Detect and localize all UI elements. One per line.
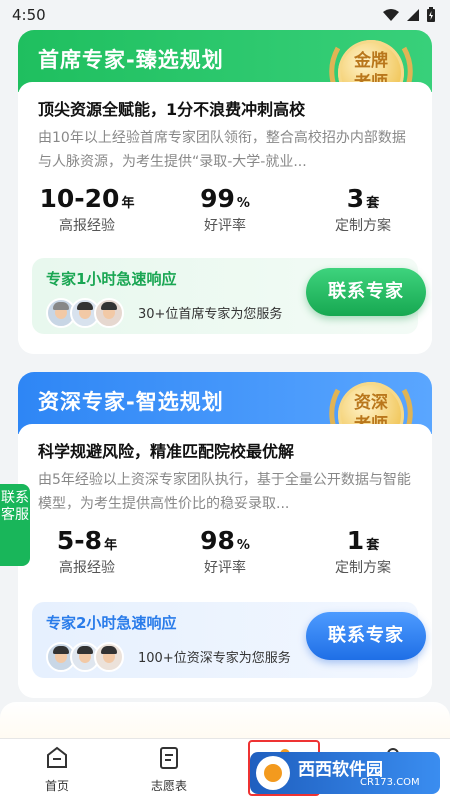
expert-card-senior: 资深专家-智选规划 资深老师 科学规避风险，精准匹配院校最优解 由5年经验以上资… bbox=[18, 372, 432, 698]
avatar bbox=[94, 642, 124, 672]
response-subtitle: 100+位资深专家为您服务 bbox=[138, 651, 291, 666]
contact-expert-button[interactable]: 联系专家 bbox=[306, 268, 426, 316]
watermark-logo: 西西软件园 CR173.COM bbox=[250, 752, 440, 794]
form-icon bbox=[160, 747, 178, 769]
card-headline: 顶尖资源全赋能，1分不浪费冲刺高校 bbox=[38, 100, 306, 119]
expert-avatars bbox=[46, 298, 124, 328]
battery-icon bbox=[427, 7, 435, 22]
contact-expert-button[interactable]: 联系专家 bbox=[306, 612, 426, 660]
watermark-subtitle: CR173.COM bbox=[360, 777, 420, 788]
stats-row: 5-8 年 高报经验 98% 好评率 1套 定制方案 bbox=[18, 526, 432, 577]
status-bar: 4:50 bbox=[0, 0, 450, 30]
stat-plans: 3套 定制方案 bbox=[335, 184, 391, 234]
expert-avatars bbox=[46, 642, 124, 672]
home-icon bbox=[47, 746, 67, 768]
stat-rating: 99% 好评率 bbox=[200, 184, 250, 234]
card-description: 由5年经验以上资深专家团队执行，基于全量公开数据与智能模型，为考生提供高性价比的… bbox=[38, 472, 411, 512]
response-panel: 专家1小时急速响应 30+位首席专家为您服务 联系专家 bbox=[32, 258, 426, 334]
stat-plans: 1套 定制方案 bbox=[335, 526, 391, 576]
response-subtitle: 30+位首席专家为您服务 bbox=[138, 307, 283, 322]
stat-experience: 5-8 年 高报经验 bbox=[56, 526, 118, 576]
card-headline: 科学规避风险，精准匹配院校最优解 bbox=[38, 442, 295, 461]
watermark-ring-icon bbox=[256, 756, 290, 790]
signal-icon bbox=[407, 9, 419, 21]
response-panel: 专家2小时急速响应 100+位资深专家为您服务 联系专家 bbox=[32, 602, 426, 678]
response-title: 专家1小时急速响应 bbox=[46, 270, 177, 288]
response-title: 专家2小时急速响应 bbox=[46, 614, 177, 632]
tab-volunteer-form[interactable]: 志愿表 bbox=[134, 745, 204, 794]
card-title: 首席专家-臻选规划 bbox=[38, 48, 224, 72]
expert-card-chief: 首席专家-臻选规划 金牌老师 顶尖资源全赋能，1分不浪费冲刺高校 由10年以上经… bbox=[18, 30, 432, 354]
wifi-icon bbox=[383, 9, 399, 21]
card-title: 资深专家-智选规划 bbox=[38, 390, 224, 414]
stat-rating: 98% 好评率 bbox=[200, 526, 250, 576]
stat-experience: 10-20 年 高报经验 bbox=[39, 184, 135, 234]
stats-row: 10-20 年 高报经验 99% 好评率 3套 定制方案 bbox=[18, 184, 432, 235]
customer-service-tab[interactable]: 联系客服 bbox=[0, 484, 30, 566]
status-time: 4:50 bbox=[12, 6, 46, 24]
card-description: 由10年以上经验首席专家团队领衔，整合高校招办内部数据与人脉资源，为考生提供“录… bbox=[38, 130, 406, 170]
avatar bbox=[94, 298, 124, 328]
tab-home[interactable]: 首页 bbox=[22, 745, 92, 794]
